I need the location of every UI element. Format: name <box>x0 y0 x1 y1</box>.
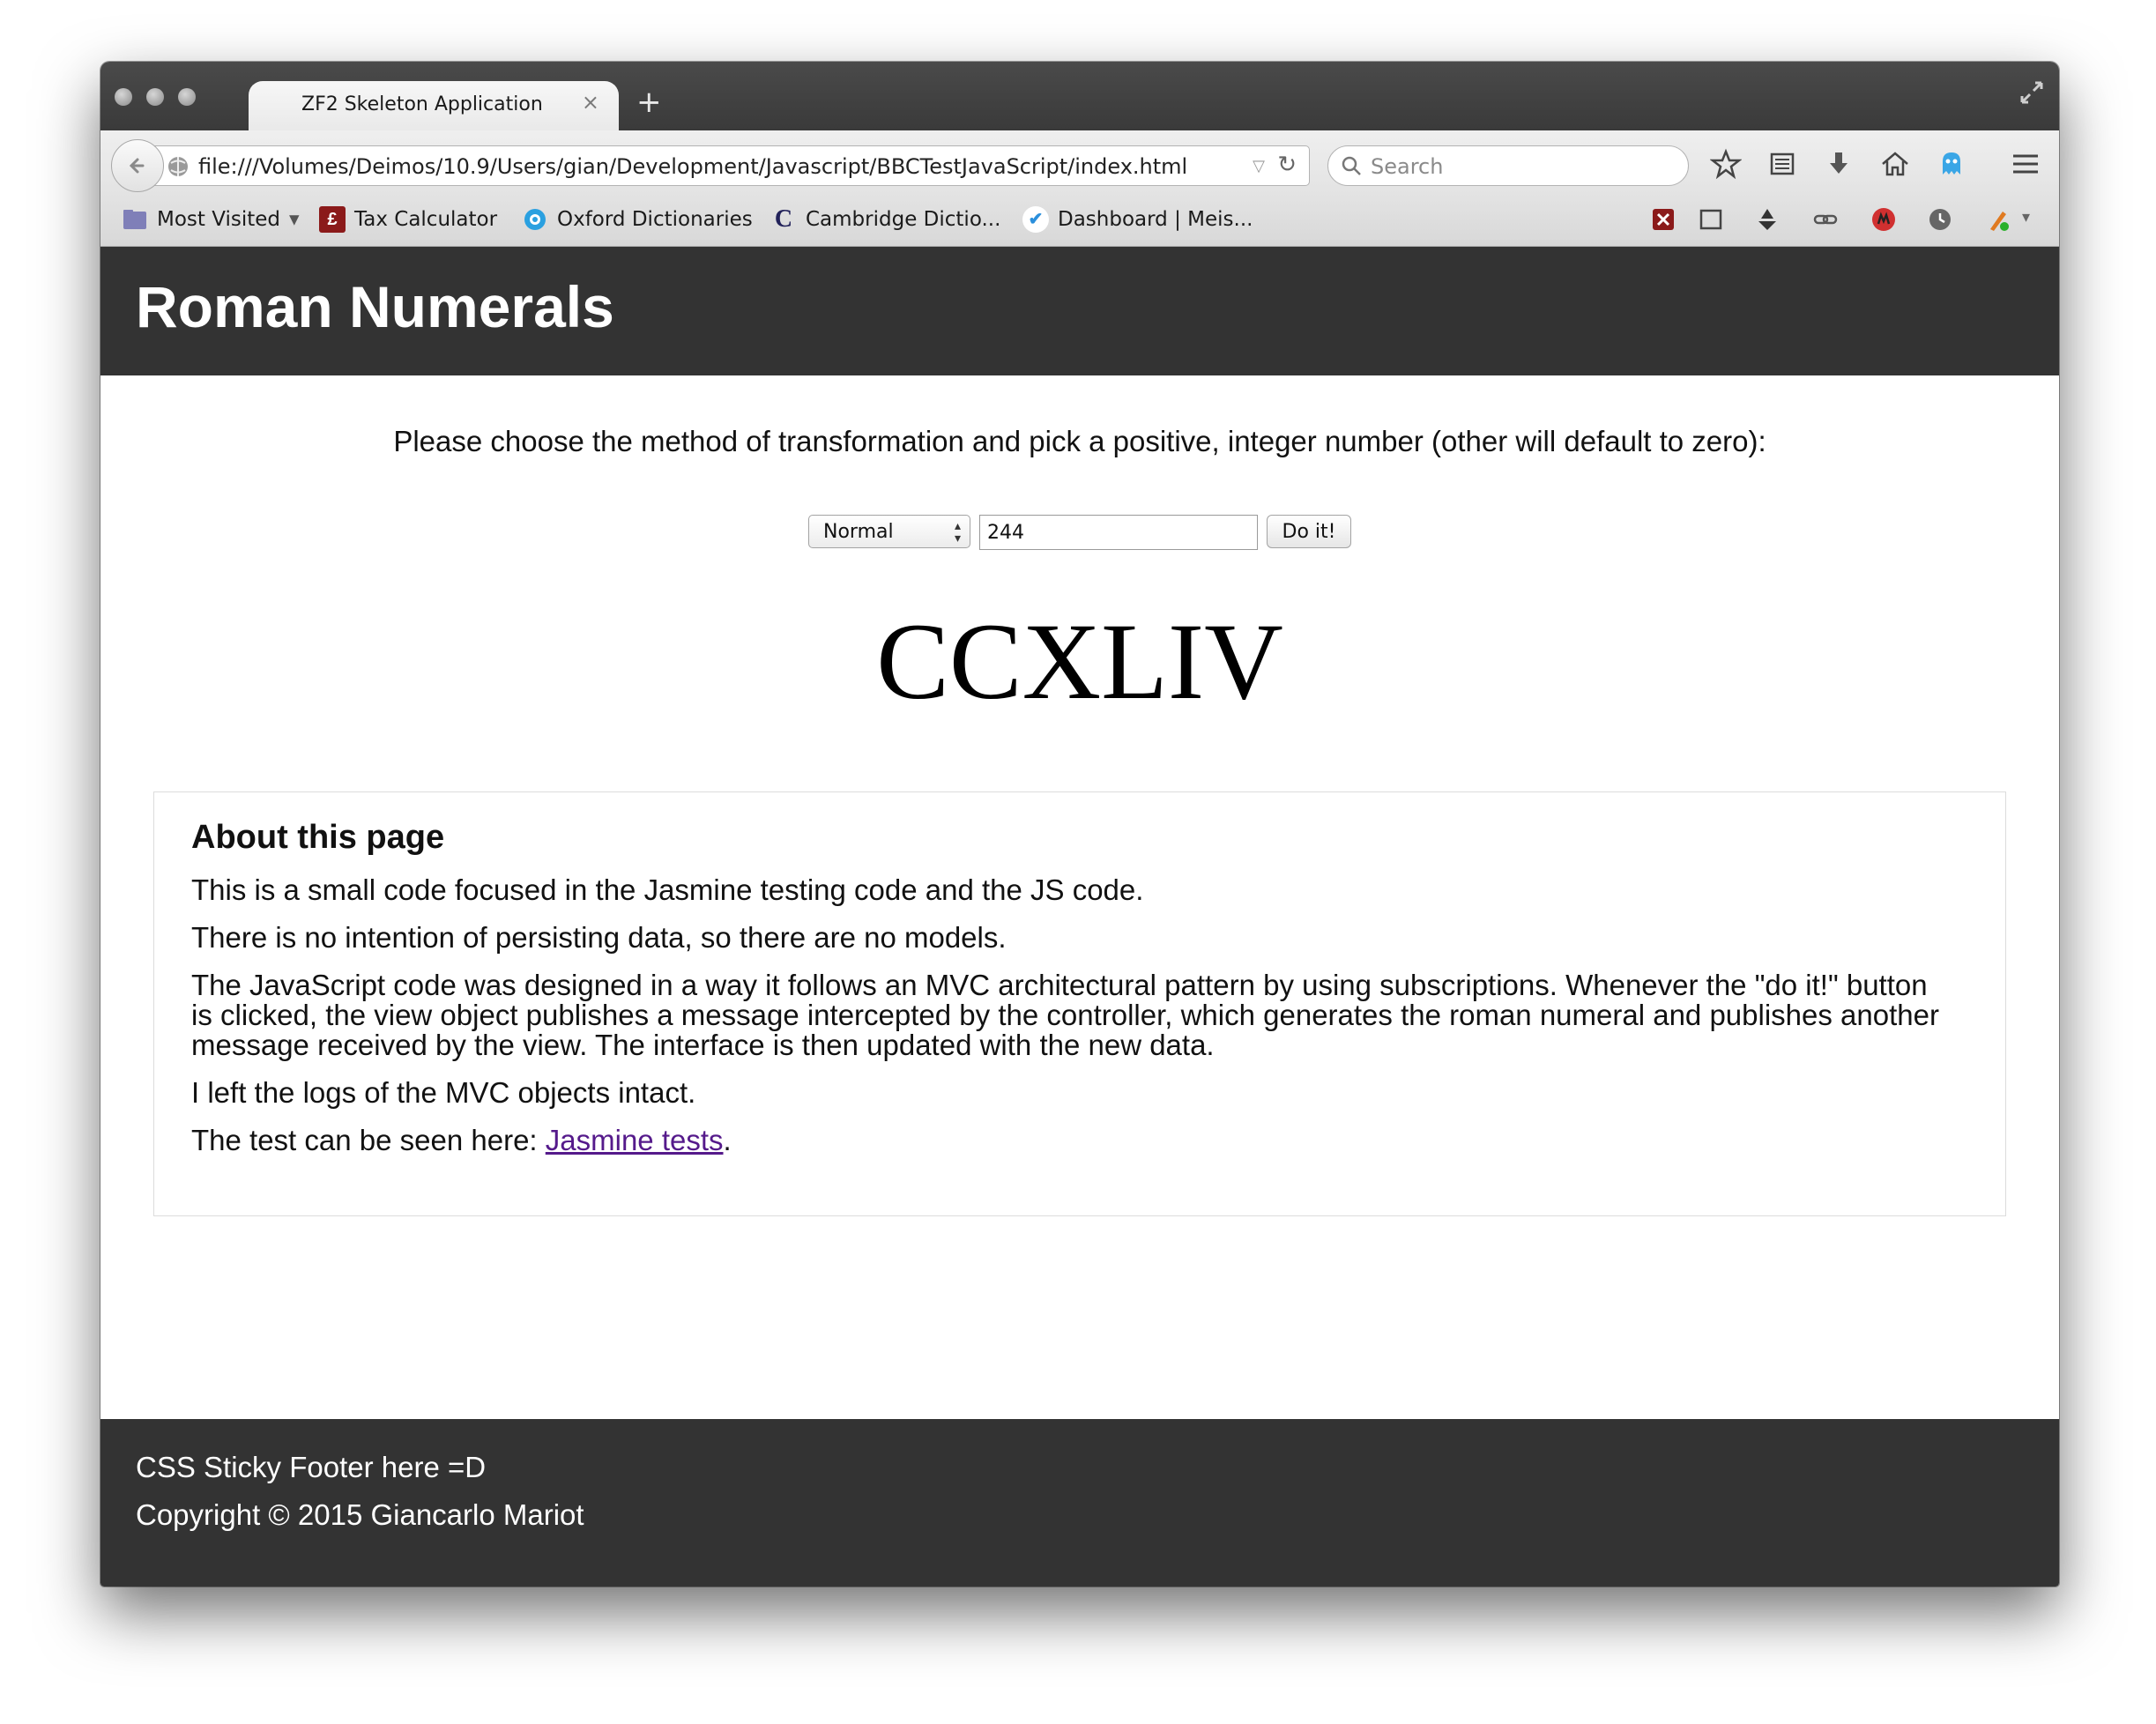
folder-icon <box>123 210 146 229</box>
back-button[interactable] <box>111 139 164 192</box>
reading-list-icon[interactable] <box>1766 148 1798 180</box>
about-test-suffix: . <box>723 1124 732 1156</box>
bell-icon[interactable] <box>1754 206 1781 233</box>
footer-note: CSS Sticky Footer here =D <box>136 1451 487 1483</box>
search-placeholder: Search <box>1371 154 1444 179</box>
bookmark-label: Dashboard | Meis... <box>1058 208 1253 231</box>
bookmark-label: Most Visited <box>157 208 280 231</box>
bookmark-most-visited[interactable]: Most Visited ▾ <box>122 204 300 234</box>
url-dropdown-icon[interactable]: ▽ <box>1253 157 1265 175</box>
minimize-window-button[interactable] <box>146 88 164 106</box>
ghost-icon[interactable] <box>1936 148 1967 180</box>
site-header: Roman Numerals <box>100 247 2059 375</box>
chevron-down-icon: ▾ <box>289 208 300 231</box>
navigation-bar: file:///Volumes/Deimos/10.9/Users/gian/D… <box>100 130 2059 194</box>
new-tab-button[interactable]: + <box>636 85 662 120</box>
bookmark-label: Cambridge Dictio... <box>806 208 1001 231</box>
fullscreen-icon[interactable] <box>2018 79 2045 106</box>
about-test-prefix: The test can be seen here: <box>191 1124 546 1156</box>
reload-icon[interactable]: ↻ <box>1277 152 1297 178</box>
star-icon[interactable] <box>1710 148 1742 180</box>
bookmarks-bar: Most Visited ▾ £ Tax Calculator Oxford D… <box>100 194 2059 247</box>
back-arrow-icon <box>129 158 145 174</box>
bookmark-dashboard[interactable]: ✔ Dashboard | Meis... <box>1022 204 1253 234</box>
chevron-down-icon[interactable]: ▾ <box>2022 208 2030 227</box>
intro-text: Please choose the method of transformati… <box>393 425 1766 457</box>
close-x-icon[interactable] <box>1650 206 1676 233</box>
cambridge-icon: C <box>774 205 793 233</box>
title-bar: ZF2 Skeleton Application × + <box>100 62 2059 130</box>
about-heading: About this page <box>191 819 445 856</box>
url-bar[interactable]: file:///Volumes/Deimos/10.9/Users/gian/D… <box>153 145 1310 186</box>
about-paragraph: The JavaScript code was designed in a wa… <box>191 969 1939 1061</box>
tab-close-icon[interactable]: × <box>582 90 599 115</box>
roman-numeral-result: CCXLIV <box>876 601 1283 722</box>
about-test-paragraph: The test can be seen here: Jasmine tests… <box>191 1126 1954 1156</box>
bookmark-tax-calculator[interactable]: £ Tax Calculator <box>319 204 497 234</box>
home-icon[interactable] <box>1879 148 1911 180</box>
oxford-icon <box>524 209 546 230</box>
about-panel: About this page This is a small code foc… <box>153 791 2006 1216</box>
search-box[interactable]: Search <box>1327 145 1689 186</box>
footer-copyright: Copyright © 2015 Giancarlo Mariot <box>136 1498 584 1531</box>
jasmine-tests-link[interactable]: Jasmine tests <box>546 1124 724 1156</box>
adblock-icon[interactable] <box>1870 206 1897 233</box>
search-icon <box>1342 156 1361 175</box>
browser-window: ZF2 Skeleton Application × + file:///Vol… <box>100 62 2059 1587</box>
web-page: Roman Numerals Please choose the method … <box>100 247 2059 1587</box>
url-text: file:///Volumes/Deimos/10.9/Users/gian/D… <box>198 154 1188 179</box>
bookmark-label: Tax Calculator <box>354 208 498 231</box>
site-footer: CSS Sticky Footer here =D Copyright © 20… <box>100 1419 2059 1587</box>
window-icon[interactable] <box>1698 206 1724 233</box>
pen-icon[interactable] <box>1985 206 2011 233</box>
number-input[interactable] <box>979 515 1258 550</box>
download-icon[interactable] <box>1823 148 1855 180</box>
about-paragraph: I left the logs of the MVC objects intac… <box>191 1076 696 1109</box>
bookmark-label: Oxford Dictionaries <box>557 208 753 231</box>
about-paragraph: This is a small code focused in the Jasm… <box>191 873 1144 906</box>
bookmark-cambridge[interactable]: C Cambridge Dictio... <box>770 204 1001 234</box>
do-it-button[interactable]: Do it! <box>1267 515 1351 548</box>
menu-icon[interactable] <box>2010 148 2041 180</box>
close-window-button[interactable] <box>115 88 132 106</box>
tab-title: ZF2 Skeleton Application <box>301 93 543 115</box>
page-title: Roman Numerals <box>136 274 614 339</box>
zoom-window-button[interactable] <box>178 88 196 106</box>
globe-icon <box>168 157 188 176</box>
check-icon: ✔ <box>1022 206 1049 233</box>
method-select[interactable]: Normal ▴ ▾ <box>808 515 970 548</box>
pound-icon: £ <box>319 206 346 233</box>
history-icon[interactable] <box>1927 206 1953 233</box>
select-arrows-icon: ▴ ▾ <box>954 518 961 545</box>
method-selected-value: Normal <box>823 521 894 543</box>
bookmark-oxford-dictionaries[interactable]: Oxford Dictionaries <box>522 204 753 234</box>
link-icon[interactable] <box>1812 206 1839 233</box>
tab-active[interactable]: ZF2 Skeleton Application × <box>249 81 619 130</box>
about-paragraph: There is no intention of persisting data… <box>191 921 1007 954</box>
